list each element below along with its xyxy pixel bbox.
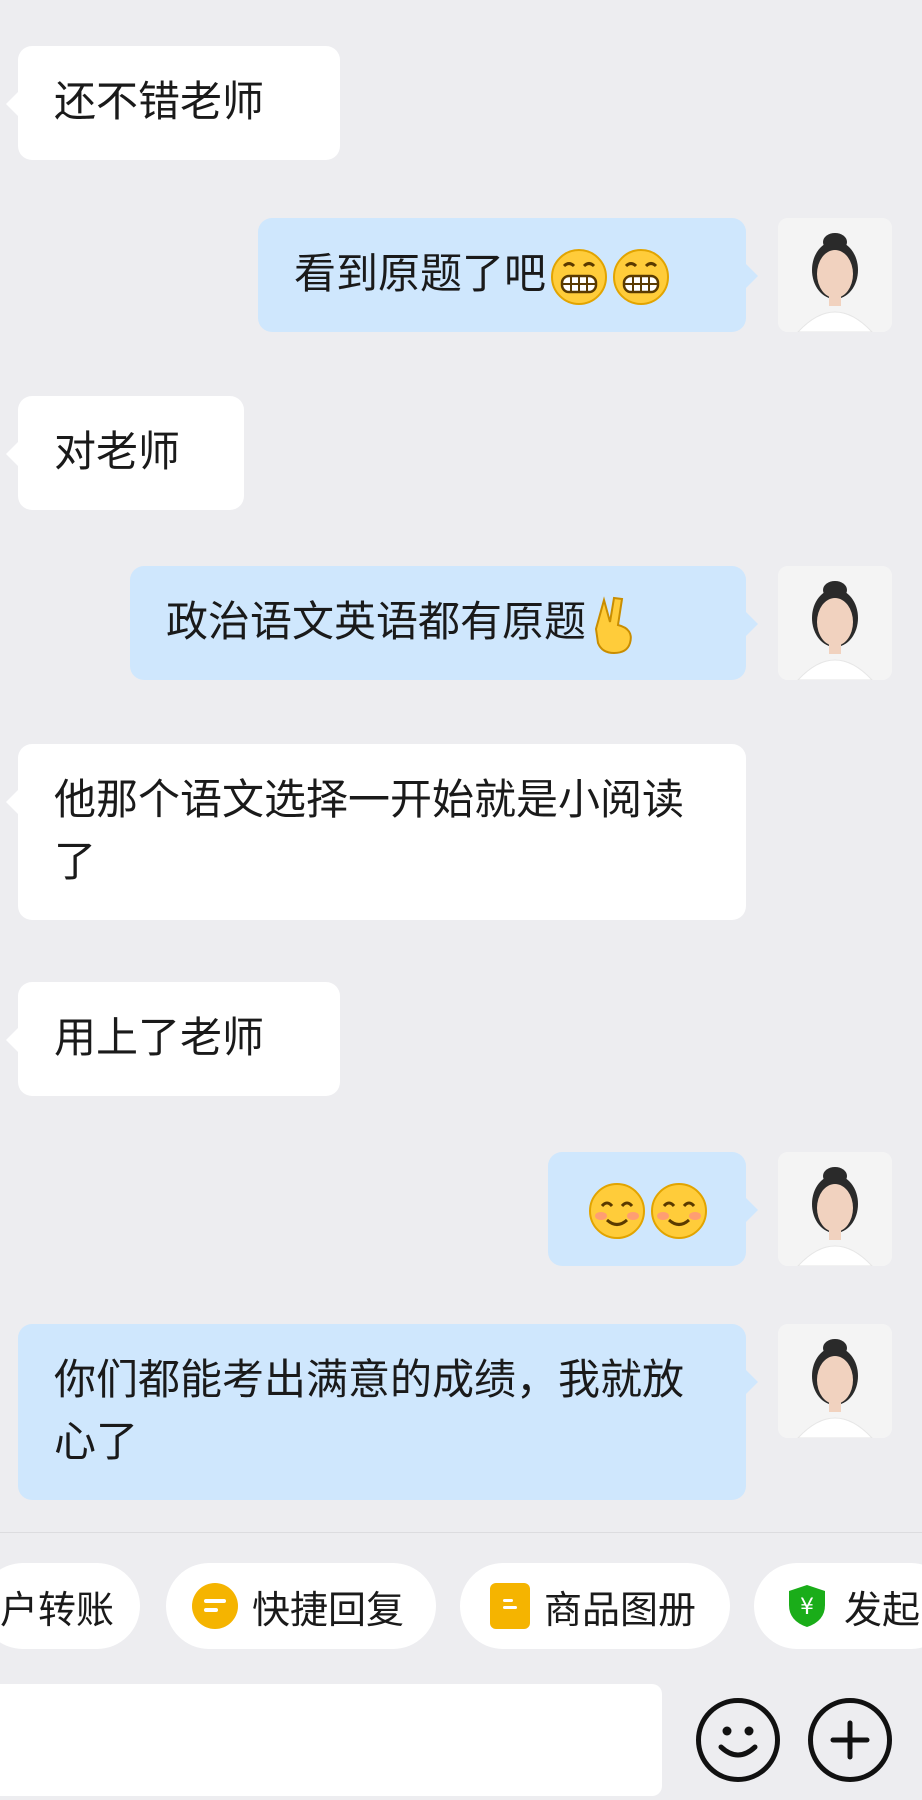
avatar[interactable] xyxy=(778,218,892,332)
chip-product-album[interactable]: 商品图册 xyxy=(460,1563,730,1649)
emoji-button[interactable] xyxy=(696,1698,780,1782)
chip-label: 户转账 xyxy=(0,1587,115,1632)
message-text: 还不错老师 xyxy=(54,77,265,126)
message-outgoing[interactable]: 看到原题了吧 xyxy=(258,218,758,332)
quick-reply-icon xyxy=(192,1583,238,1629)
message-text: 对老师 xyxy=(54,427,181,476)
avatar[interactable] xyxy=(778,1152,892,1266)
more-button[interactable] xyxy=(808,1698,892,1782)
grin-emoji xyxy=(551,248,608,305)
smiley-icon xyxy=(718,1726,758,1758)
chip-label: 快捷回复 xyxy=(252,1587,405,1632)
message-incoming[interactable]: 还不错老师 xyxy=(6,46,340,160)
message-outgoing[interactable]: 政治语文英语都有原题 xyxy=(130,566,758,680)
victory-hand-emoji xyxy=(594,595,632,654)
message-text: 看到原题了吧 xyxy=(294,249,547,298)
message-text: 政治语文英语都有原题 xyxy=(166,597,587,646)
chip-transfer[interactable]: 户转账 xyxy=(0,1563,140,1649)
smiling-emoji xyxy=(651,1182,707,1239)
grin-emoji xyxy=(613,248,670,305)
chat-area: 还不错老师 看到原题了吧 对老师 政治语文英语都有原题 他那个语文选择一开始就是… xyxy=(0,0,922,1530)
yuan-shield-icon: ¥ xyxy=(784,1583,830,1629)
message-incoming[interactable]: 用上了老师 xyxy=(6,982,340,1096)
message-text: 你们都能考出满意的成绩，我就放心了 xyxy=(54,1355,685,1466)
user-avatar-icon xyxy=(778,566,892,680)
svg-text:¥: ¥ xyxy=(800,1595,814,1620)
user-avatar-icon xyxy=(778,1152,892,1266)
message-outgoing[interactable]: 你们都能考出满意的成绩，我就放心了 xyxy=(18,1324,758,1500)
chip-quick-reply[interactable]: 快捷回复 xyxy=(166,1563,436,1649)
user-avatar-icon xyxy=(778,1324,892,1438)
message-incoming[interactable]: 他那个语文选择一开始就是小阅读了 xyxy=(6,744,746,920)
message-outgoing[interactable] xyxy=(548,1152,758,1266)
input-bar xyxy=(0,1680,922,1800)
plus-icon xyxy=(830,1720,870,1760)
message-input[interactable] xyxy=(0,1684,662,1796)
product-album-icon xyxy=(490,1583,530,1629)
avatar[interactable] xyxy=(778,566,892,680)
chip-initiate[interactable]: ¥ 发起 xyxy=(754,1563,922,1649)
user-avatar-icon xyxy=(778,218,892,332)
chip-label: 商品图册 xyxy=(544,1587,697,1632)
avatar[interactable] xyxy=(778,1324,892,1438)
quick-action-bar: 户转账 快捷回复 商品图册 ¥ 发起 xyxy=(0,1532,922,1680)
message-text: 他那个语文选择一开始就是小阅读了 xyxy=(54,775,685,886)
chip-label: 发起 xyxy=(844,1587,921,1632)
message-text: 用上了老师 xyxy=(54,1013,265,1062)
message-incoming[interactable]: 对老师 xyxy=(6,396,244,510)
smiling-emoji xyxy=(589,1182,645,1239)
